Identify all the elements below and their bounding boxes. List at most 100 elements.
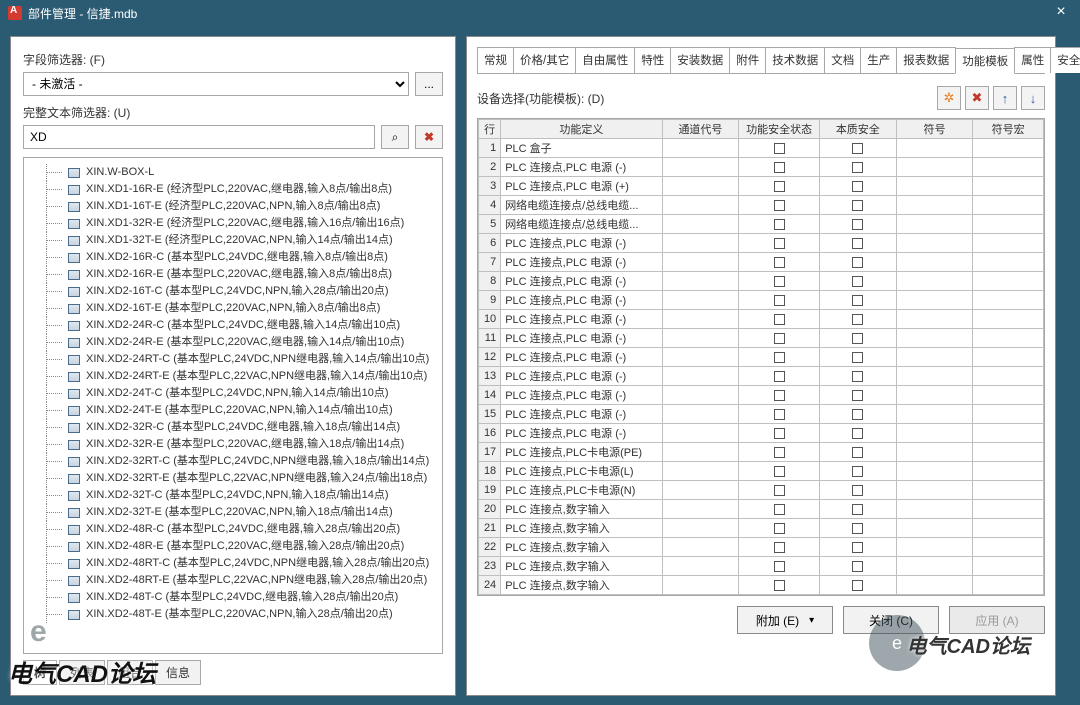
tree-item[interactable]: XIN.XD2-32T-C (基本型PLC,24VDC,NPN,输入18点/输出…	[28, 487, 438, 504]
text-filter-input[interactable]	[23, 125, 375, 149]
cell-channel[interactable]	[662, 500, 739, 519]
checkbox-icon[interactable]	[852, 428, 863, 439]
table-row[interactable]: 21PLC 连接点,数字输入	[479, 519, 1044, 538]
cell-function[interactable]: PLC 连接点,数字输入	[501, 519, 662, 538]
tab-技术数据[interactable]: 技术数据	[765, 47, 825, 73]
tab-combo[interactable]: 组合	[107, 660, 153, 685]
cell-macro[interactable]	[973, 139, 1044, 158]
cell-channel[interactable]	[662, 367, 739, 386]
cell-symbol[interactable]	[896, 538, 973, 557]
tree-item[interactable]: XIN.XD2-24T-C (基本型PLC,24VDC,NPN,输入14点/输出…	[28, 385, 438, 402]
table-row[interactable]: 11PLC 连接点,PLC 电源 (-)	[479, 329, 1044, 348]
checkbox-icon[interactable]	[852, 523, 863, 534]
tree-item[interactable]: XIN.XD2-16R-C (基本型PLC,24VDC,继电器,输入8点/输出8…	[28, 249, 438, 266]
cell-function[interactable]: PLC 连接点,PLC 电源 (-)	[501, 405, 662, 424]
table-row[interactable]: 18PLC 连接点,PLC卡电源(L)	[479, 462, 1044, 481]
tree-item[interactable]: XIN.XD2-48R-E (基本型PLC,220VAC,继电器,输入28点/输…	[28, 538, 438, 555]
cell-symbol[interactable]	[896, 196, 973, 215]
cell-macro[interactable]	[973, 424, 1044, 443]
table-row[interactable]: 5网络电缆连接点/总线电缆...	[479, 215, 1044, 234]
close-dialog-button[interactable]: 关闭 (C)	[843, 606, 939, 634]
checkbox-icon[interactable]	[774, 390, 785, 401]
search-button[interactable]: ⌕	[381, 125, 409, 149]
tree-item[interactable]: XIN.XD2-32R-C (基本型PLC,24VDC,继电器,输入18点/输出…	[28, 419, 438, 436]
tree-item[interactable]: XIN.XD2-16T-E (基本型PLC,220VAC,NPN,输入8点/输出…	[28, 300, 438, 317]
checkbox-icon[interactable]	[852, 295, 863, 306]
checkbox-icon[interactable]	[774, 333, 785, 344]
cell-channel[interactable]	[662, 196, 739, 215]
cell-channel[interactable]	[662, 557, 739, 576]
cell-macro[interactable]	[973, 538, 1044, 557]
cell-symbol[interactable]	[896, 462, 973, 481]
cell-intrinsic[interactable]	[819, 557, 896, 576]
tree-item[interactable]: XIN.XD2-48T-E (基本型PLC,220VAC,NPN,输入28点/输…	[28, 606, 438, 623]
checkbox-icon[interactable]	[852, 219, 863, 230]
tab-安全值[interactable]: 安全值	[1050, 47, 1080, 73]
tree-item[interactable]: XIN.XD2-24RT-E (基本型PLC,22VAC,NPN继电器,输入14…	[28, 368, 438, 385]
cell-function[interactable]: PLC 连接点,数字输入	[501, 576, 662, 595]
cell-function[interactable]: PLC 连接点,数字输入	[501, 557, 662, 576]
checkbox-icon[interactable]	[852, 447, 863, 458]
checkbox-icon[interactable]	[852, 504, 863, 515]
tree-item[interactable]: XIN.XD2-48RT-E (基本型PLC,22VAC,NPN继电器,输入28…	[28, 572, 438, 589]
cell-symbol[interactable]	[896, 481, 973, 500]
checkbox-icon[interactable]	[852, 352, 863, 363]
cell-intrinsic[interactable]	[819, 595, 896, 597]
table-row[interactable]: 4网络电缆连接点/总线电缆...	[479, 196, 1044, 215]
tab-价格/其它[interactable]: 价格/其它	[513, 47, 576, 73]
checkbox-icon[interactable]	[852, 181, 863, 192]
cell-safety[interactable]	[739, 329, 820, 348]
cell-safety[interactable]	[739, 557, 820, 576]
cell-channel[interactable]	[662, 576, 739, 595]
tab-文档[interactable]: 文档	[824, 47, 861, 73]
table-row[interactable]: 20PLC 连接点,数字输入	[479, 500, 1044, 519]
checkbox-icon[interactable]	[774, 428, 785, 439]
cell-function[interactable]: PLC 连接点,PLC 电源 (-)	[501, 329, 662, 348]
close-button[interactable]: ×	[1052, 4, 1070, 22]
function-grid-wrap[interactable]: 行功能定义通道代号功能安全状态本质安全符号符号宏1PLC 盒子2PLC 连接点,…	[477, 118, 1045, 596]
checkbox-icon[interactable]	[774, 523, 785, 534]
table-row[interactable]: 10PLC 连接点,PLC 电源 (-)	[479, 310, 1044, 329]
cell-function[interactable]: PLC 连接点,PLC 电源 (-)	[501, 234, 662, 253]
checkbox-icon[interactable]	[852, 542, 863, 553]
tree-item[interactable]: XIN.XD2-32R-E (基本型PLC,220VAC,继电器,输入18点/输…	[28, 436, 438, 453]
checkbox-icon[interactable]	[774, 200, 785, 211]
checkbox-icon[interactable]	[774, 143, 785, 154]
checkbox-icon[interactable]	[774, 561, 785, 572]
cell-function[interactable]: PLC 连接点,PLC 电源 (-)	[501, 424, 662, 443]
cell-function[interactable]: PLC 连接点,数字输入	[501, 538, 662, 557]
tab-tree[interactable]: 树	[23, 660, 57, 685]
tab-info[interactable]: 信息	[155, 660, 201, 685]
cell-macro[interactable]	[973, 386, 1044, 405]
cell-channel[interactable]	[662, 177, 739, 196]
checkbox-icon[interactable]	[852, 409, 863, 420]
tree-item[interactable]: XIN.XD2-48T-C (基本型PLC,24VDC,继电器,输入28点/输出…	[28, 589, 438, 606]
checkbox-icon[interactable]	[774, 219, 785, 230]
checkbox-icon[interactable]	[852, 485, 863, 496]
cell-macro[interactable]	[973, 443, 1044, 462]
cell-macro[interactable]	[973, 215, 1044, 234]
cell-intrinsic[interactable]	[819, 519, 896, 538]
cell-intrinsic[interactable]	[819, 139, 896, 158]
tab-list[interactable]: 列表	[59, 660, 105, 685]
cell-symbol[interactable]	[896, 595, 973, 597]
cell-safety[interactable]	[739, 177, 820, 196]
cell-intrinsic[interactable]	[819, 291, 896, 310]
tab-常规[interactable]: 常规	[477, 47, 514, 73]
table-row[interactable]: 2PLC 连接点,PLC 电源 (-)	[479, 158, 1044, 177]
cell-symbol[interactable]	[896, 443, 973, 462]
tab-安装数据[interactable]: 安装数据	[670, 47, 730, 73]
cell-channel[interactable]	[662, 310, 739, 329]
column-header[interactable]: 符号宏	[973, 120, 1044, 139]
checkbox-icon[interactable]	[852, 200, 863, 211]
cell-macro[interactable]	[973, 253, 1044, 272]
table-row[interactable]: 7PLC 连接点,PLC 电源 (-)	[479, 253, 1044, 272]
cell-function[interactable]: PLC 连接点,PLC 电源 (+)	[501, 177, 662, 196]
cell-symbol[interactable]	[896, 310, 973, 329]
tree-item[interactable]: XIN.XD2-16T-C (基本型PLC,24VDC,NPN,输入28点/输出…	[28, 283, 438, 300]
checkbox-icon[interactable]	[852, 257, 863, 268]
cell-macro[interactable]	[973, 405, 1044, 424]
table-row[interactable]: 3PLC 连接点,PLC 电源 (+)	[479, 177, 1044, 196]
cell-intrinsic[interactable]	[819, 462, 896, 481]
table-row[interactable]: 13PLC 连接点,PLC 电源 (-)	[479, 367, 1044, 386]
